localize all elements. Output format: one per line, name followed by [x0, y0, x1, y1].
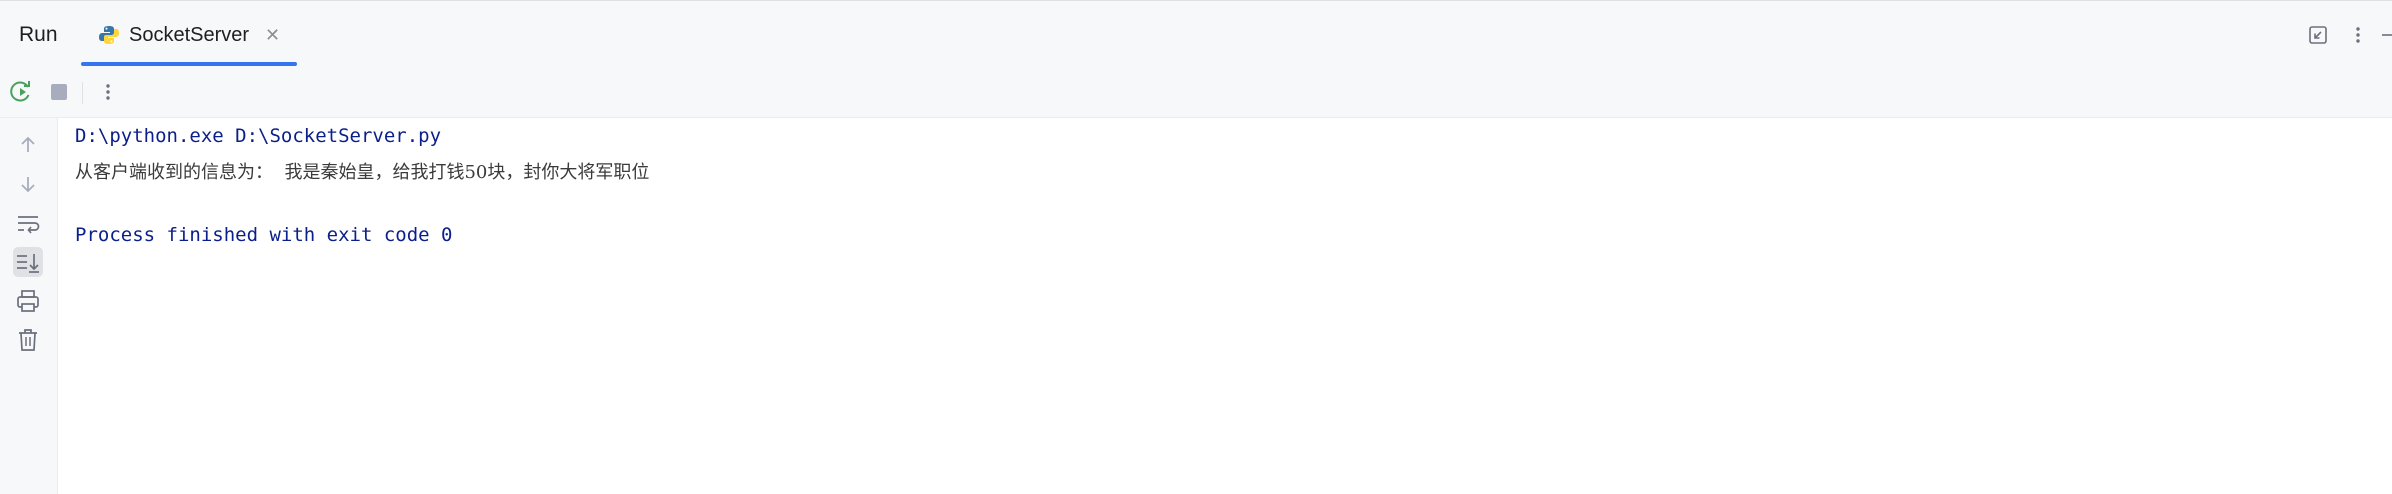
arrow-down-icon[interactable] [13, 169, 43, 199]
tool-window-header: Run SocketServer ✕ [0, 0, 2392, 66]
arrow-up-icon[interactable] [13, 130, 43, 160]
console-output[interactable]: D:\python.exe D:\SocketServer.py 从客户端收到的… [75, 122, 2392, 494]
tab-label: SocketServer [129, 24, 250, 46]
toolbar-separator [82, 82, 83, 104]
more-vertical-icon[interactable] [94, 78, 122, 106]
soft-wrap-icon[interactable] [13, 208, 43, 238]
scroll-to-end-icon[interactable] [13, 247, 43, 277]
program-output-line: 从客户端收到的信息为： 我是秦始皇，给我打钱50块，封你大将军职位 [75, 162, 650, 183]
stop-icon[interactable] [45, 78, 73, 106]
more-vertical-icon[interactable] [2346, 23, 2370, 47]
print-icon[interactable] [13, 286, 43, 316]
command-line: D:\python.exe D:\SocketServer.py [75, 125, 442, 147]
run-toolbar [0, 66, 2392, 118]
console-side-toolbar [0, 118, 58, 494]
tool-window-title: Run [19, 23, 58, 46]
rerun-icon[interactable] [7, 78, 35, 106]
restore-layout-icon[interactable] [2306, 23, 2330, 47]
python-icon [98, 24, 120, 46]
exit-code-message: Process finished with exit code 0 [75, 224, 453, 246]
trash-icon[interactable] [13, 325, 43, 355]
close-icon[interactable]: ✕ [265, 25, 280, 46]
minimize-icon[interactable] [2378, 23, 2392, 47]
tab-socketserver[interactable]: SocketServer ✕ [81, 1, 297, 67]
